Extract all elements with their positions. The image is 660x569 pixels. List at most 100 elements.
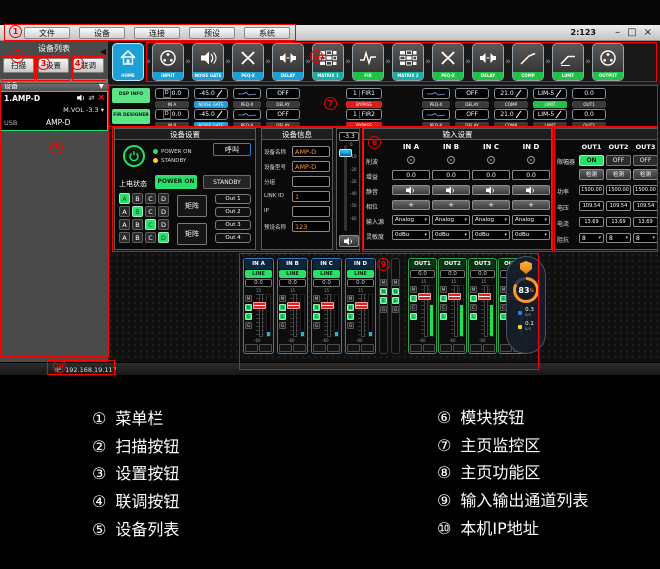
channel-c-button[interactable]: C [440,304,447,311]
dsp-info-button[interactable]: DSP INFO [112,88,150,103]
monitor-cell[interactable]: OFFDELAY [455,109,489,129]
channel-m-button[interactable]: M [347,295,354,302]
mute-button[interactable] [392,185,430,195]
channel-strip-out1[interactable]: OUT10.0MECL15-60 [408,258,437,354]
matrix-input-b[interactable]: B [132,232,143,243]
fader-track[interactable] [290,294,298,337]
mute-button[interactable] [432,185,470,195]
module-button-matrix-2[interactable]: MATRIX 2 [392,43,424,81]
channel-g-button[interactable]: G [313,322,320,329]
channel-e-button[interactable]: E [313,313,320,320]
channel-e-button[interactable]: E [470,295,477,302]
monitor-cell[interactable]: -45.0NOISE GATE [194,88,228,108]
matrix-input-c[interactable]: C [145,206,156,217]
master-volume-readout[interactable]: M.VOL -3.3 ▾ [63,106,104,114]
monitor-cell[interactable]: LIM-5LIMIT [533,88,567,108]
matrix-input-d[interactable]: D [158,193,169,204]
monitor-cell[interactable]: 0.0OUT1 [572,88,606,108]
bus-e-button[interactable]: E [392,297,399,304]
monitor-cell[interactable]: 0.0OUT2 [572,109,606,129]
channel-footer-cell[interactable] [279,344,292,352]
bus-m-button[interactable]: M [380,279,387,286]
channel-footer-cell[interactable] [410,344,422,352]
channel-n-button[interactable]: N [279,304,286,311]
bus-m-button[interactable]: M [392,279,399,286]
channel-strip-in-b[interactable]: IN BLINE0.0MNEG15-60 [277,258,308,354]
input-select[interactable]: 0dBu▾ [472,230,510,240]
line-button[interactable]: LINE [313,270,340,278]
channel-m-button[interactable]: M [279,295,286,302]
device-info-value[interactable] [292,176,330,187]
fader-handle[interactable] [287,302,300,309]
impedance-select[interactable]: 8▾ [606,233,631,243]
fader-handle[interactable] [478,293,491,300]
device-info-value[interactable]: 123 [292,221,330,232]
mute-button[interactable] [512,185,550,195]
matrix-input-c[interactable]: C [145,219,156,230]
channel-gain-value[interactable]: 0.0 [470,270,495,278]
detect-button[interactable]: 检测 [579,169,604,180]
phase-button[interactable]: + [512,200,550,210]
master-fader-handle[interactable] [339,149,352,157]
bus-n-button[interactable]: N [380,288,387,295]
channel-m-button[interactable]: M [245,295,252,302]
scan-button[interactable]: 扫描 [3,58,34,73]
settings-button[interactable]: 设置 [38,58,69,73]
module-button-peq-x[interactable]: PEQ-X [232,43,264,81]
line-button[interactable]: LINE [245,270,272,278]
module-button-input[interactable]: INPUT [152,43,184,81]
module-button-output[interactable]: OUTPUT [592,43,624,81]
menu-item[interactable]: 连接 [134,27,180,39]
module-button-delay[interactable]: DELAY [272,43,304,81]
fader-handle[interactable] [321,302,334,309]
channel-gain-value[interactable]: 0.0 [410,270,435,278]
channel-footer-cell[interactable] [423,344,435,352]
collapse-arrow-icon[interactable]: ◀ [100,44,106,59]
input-select[interactable]: 0dBu▾ [512,230,550,240]
sync-icon[interactable]: ⇄ [89,94,95,102]
channel-n-button[interactable]: N [245,304,252,311]
menu-item[interactable]: 文件 [24,27,70,39]
monitor-cell[interactable]: LIM-5LIMIT [533,109,567,129]
maximize-icon[interactable]: □ [627,26,636,39]
channel-e-button[interactable]: E [245,313,252,320]
channel-n-button[interactable]: N [347,304,354,311]
matrix-block[interactable]: 矩阵 [177,195,207,217]
call-button[interactable]: 呼叫 [213,143,251,156]
line-button[interactable]: LINE [279,270,306,278]
channel-l-button[interactable]: L [440,313,447,320]
channel-footer-cell[interactable] [313,344,326,352]
input-select[interactable]: 0dBu▾ [432,230,470,240]
device-info-value[interactable]: AMP-D [292,161,330,172]
channel-m-button[interactable]: M [313,295,320,302]
matrix-input-a[interactable]: A [119,232,130,243]
matrix-block[interactable]: 矩阵 [177,223,207,245]
channel-footer-cell[interactable] [361,344,374,352]
monitor-cell[interactable]: -45.0NOISE GATE [194,109,228,129]
channel-footer-cell[interactable] [470,344,482,352]
channel-footer-cell[interactable] [483,344,495,352]
power-on-button[interactable]: POWER ON [155,175,197,189]
device-info-value[interactable]: 1 [292,191,330,202]
monitor-cell[interactable]: 1FIR2BYPASS [346,109,382,129]
channel-strip-out2[interactable]: OUT20.0MECL15-60 [438,258,467,354]
fader-track[interactable] [256,294,264,337]
matrix-input-b[interactable]: B [132,219,143,230]
channel-e-button[interactable]: E [440,295,447,302]
menu-item[interactable]: 预设 [189,27,235,39]
performance-overlay[interactable]: 83% 0.3K/S 0.1K/S [506,256,546,354]
matrix-input-a[interactable]: A [119,206,130,217]
matrix-input-d[interactable]: D [158,232,169,243]
channel-gain-value[interactable]: 0.0 [440,270,465,278]
input-select[interactable]: Analog▾ [392,215,430,225]
gain-value[interactable]: 0.0 [472,170,510,180]
master-fader-track[interactable] [344,145,347,231]
menu-item[interactable]: 系统 [244,27,290,39]
channel-g-button[interactable]: G [279,322,286,329]
input-select[interactable]: 0dBu▾ [392,230,430,240]
minimize-icon[interactable]: – [615,26,620,39]
limiter-toggle[interactable]: OFF [633,155,658,166]
gain-value[interactable]: 0.0 [512,170,550,180]
channel-gain-value[interactable]: 0.0 [279,279,306,287]
channel-g-button[interactable]: G [245,322,252,329]
